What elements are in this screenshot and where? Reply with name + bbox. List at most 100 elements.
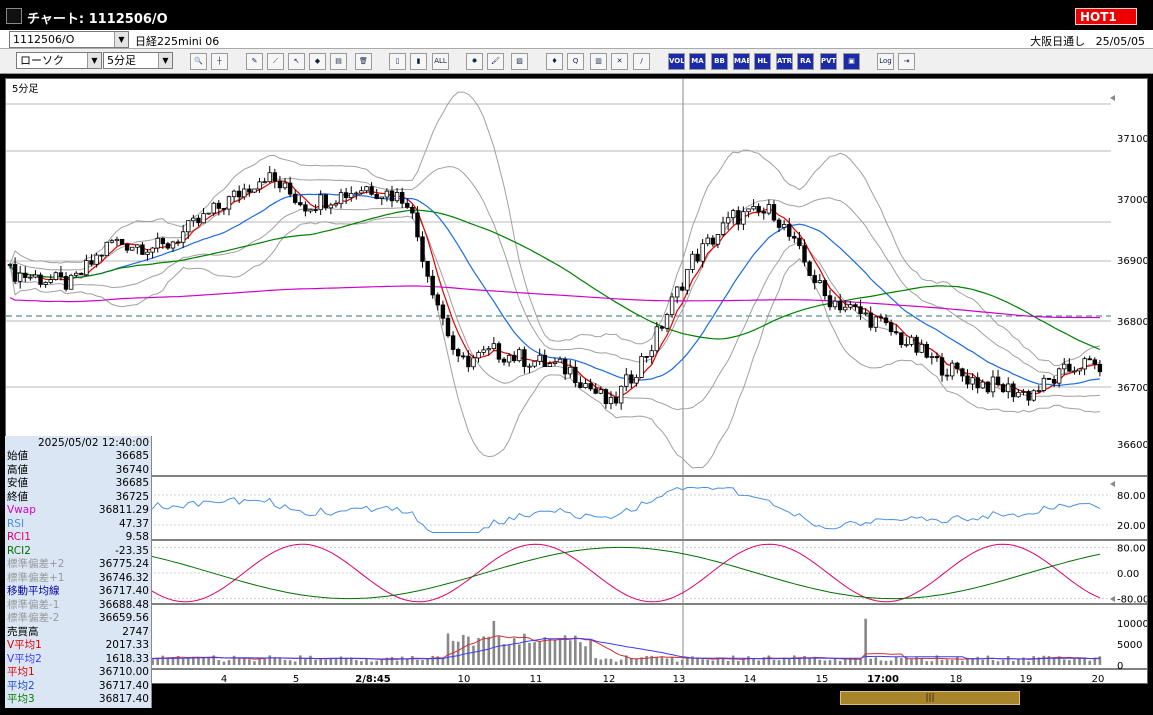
pvt-icon[interactable]: PVT	[820, 53, 837, 70]
volume-bar	[553, 640, 557, 665]
volume-bar	[288, 660, 292, 665]
marker-icon[interactable]: ♦	[546, 53, 563, 70]
bars-icon[interactable]: ▥	[590, 53, 607, 70]
scrollbar-thumb[interactable]: |||	[840, 691, 1020, 705]
ra-icon[interactable]: RA	[797, 53, 814, 70]
candle-body	[277, 180, 283, 189]
candle-body	[293, 193, 298, 203]
brush-icon[interactable]: 🖌	[487, 53, 504, 70]
volume-bar	[686, 657, 689, 665]
trendline-icon[interactable]: ⟋	[267, 53, 284, 70]
symbol-select[interactable]: 1112506/O ▼	[9, 31, 129, 48]
volume-bar	[492, 620, 496, 665]
volume-bar	[467, 636, 470, 665]
candle-body	[68, 274, 74, 290]
volume-bar	[375, 660, 378, 665]
arrow-icon[interactable]: ↖	[288, 53, 305, 70]
pen-icon[interactable]: ✎	[246, 53, 263, 70]
volume-bar	[757, 660, 760, 665]
candle-body	[853, 304, 858, 308]
data-row-value: 36817.40	[98, 693, 149, 705]
candle-body	[221, 207, 227, 210]
log-icon[interactable]: Log	[877, 53, 894, 70]
volume-bar	[1042, 655, 1046, 665]
candle-body	[705, 237, 710, 245]
volume-bar	[1073, 658, 1076, 665]
chart-canvas[interactable]: 37100 37000 36900 36800 36700 36600 5分足 80.00 20…	[6, 79, 1147, 683]
date-axis-label: 11	[530, 674, 543, 683]
candle-body	[160, 237, 165, 245]
settings-icon[interactable]: ✹	[466, 53, 483, 70]
time-scrollbar[interactable]: |||	[152, 686, 1153, 708]
candle-body	[252, 188, 257, 193]
chart-panel[interactable]: 37100 37000 36900 36800 36700 36600 5分足 80.00 20…	[5, 78, 1148, 684]
volume-bar	[864, 618, 867, 665]
hl-icon[interactable]: HL	[754, 53, 771, 70]
volume-bar	[232, 655, 236, 665]
candle-body	[374, 193, 379, 199]
data-row-label: 平均2	[7, 679, 35, 692]
volume-tick-label: 10000	[1117, 619, 1147, 630]
candle-body	[481, 349, 486, 353]
crosshair-icon[interactable]: ┼	[211, 53, 228, 70]
candle-icon[interactable]: ▯	[389, 53, 406, 70]
candle-body	[226, 196, 232, 210]
volume-icon[interactable]: VOL	[668, 53, 685, 70]
box-icon[interactable]: ▣	[843, 53, 860, 70]
data-row: 始値 36685	[5, 450, 152, 463]
volume-bar	[512, 638, 516, 665]
candle-body	[664, 314, 670, 329]
candle-body	[272, 172, 278, 182]
volume-bar	[227, 660, 231, 665]
atr-icon[interactable]: ATR	[776, 53, 793, 70]
data-row: RCI1 9.58	[5, 531, 152, 544]
candle-body	[323, 194, 328, 209]
chevron-down-icon[interactable]: ▼	[87, 53, 101, 68]
note-icon[interactable]: ▤	[330, 53, 347, 70]
chevron-down-icon[interactable]: ▼	[158, 53, 172, 68]
chart-type-select[interactable]: ローソク ▼	[16, 52, 102, 69]
search-icon[interactable]: Q	[567, 53, 584, 70]
trash-icon[interactable]: 🗑	[355, 53, 372, 70]
candle-body	[807, 261, 812, 276]
data-row-value: 36717.40	[98, 585, 149, 597]
magnifier-icon[interactable]: 🔍	[190, 53, 207, 70]
volume-bar	[823, 660, 827, 665]
scroll-marker-icon	[1110, 95, 1115, 101]
volume-bar	[910, 659, 913, 665]
date-axis-label: 15	[816, 674, 829, 683]
volume-bar	[859, 659, 862, 665]
envelope-icon[interactable]: MAE	[733, 53, 750, 70]
candle-body	[338, 192, 344, 205]
cross-icon[interactable]: ✕	[611, 53, 628, 70]
candle-body	[201, 213, 206, 224]
disabled-icon[interactable]: /	[633, 53, 650, 70]
data-row-label: RSI	[7, 517, 25, 530]
volume-bar	[497, 636, 501, 665]
volume-tick-label: 0	[1117, 661, 1123, 672]
candle-body	[1082, 358, 1087, 370]
volume-bar	[589, 640, 592, 665]
volume-bar	[889, 660, 893, 665]
exit-icon[interactable]: ⇥	[898, 53, 915, 70]
candle-body	[186, 220, 191, 233]
volume-bar	[665, 658, 669, 665]
candle-icon[interactable]: ▮	[410, 53, 427, 70]
volume-bar	[426, 658, 429, 665]
candle-body	[461, 355, 466, 358]
all-icon[interactable]: ALL	[432, 53, 449, 70]
candle-body	[63, 276, 69, 290]
candle-body	[191, 217, 196, 222]
volume-bar	[925, 661, 929, 665]
period-select[interactable]: 5分足 ▼	[103, 52, 173, 69]
volume-bar	[538, 641, 541, 665]
volume-bar	[365, 658, 368, 665]
bollinger-icon[interactable]: BB	[711, 53, 728, 70]
chevron-down-icon[interactable]: ▼	[114, 32, 128, 47]
volume-bar	[675, 661, 679, 665]
volume-bar	[456, 641, 460, 665]
ma-icon[interactable]: MA	[689, 53, 706, 70]
color-icon[interactable]: ▨	[511, 53, 528, 70]
fill-icon[interactable]: ◆	[309, 53, 326, 70]
hot-badge[interactable]: HOT1	[1075, 8, 1137, 25]
